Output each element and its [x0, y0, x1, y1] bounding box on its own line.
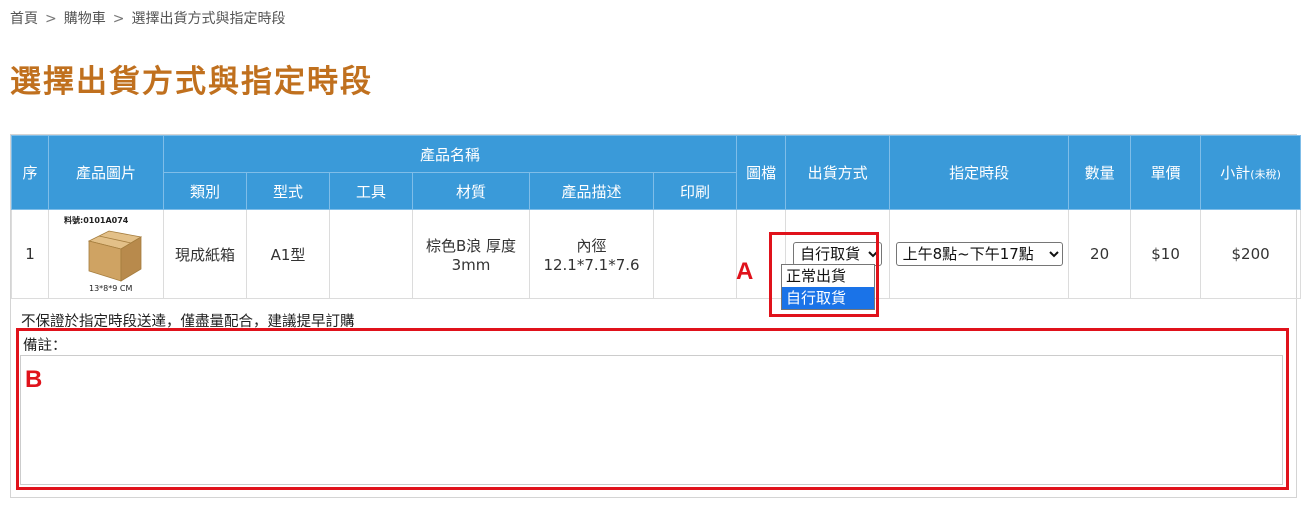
header-category: 類別	[163, 172, 247, 210]
time-slot-select[interactable]: 上午8點~下午17點	[895, 242, 1063, 266]
breadcrumb-home-link[interactable]: 首頁	[10, 11, 38, 27]
header-tool: 工具	[329, 172, 413, 210]
cell-unit-price: $10	[1130, 209, 1202, 299]
cell-material: 棕色B浪 厚度3mm	[412, 209, 530, 299]
cell-description: 內徑12.1*7.1*7.6	[529, 209, 654, 299]
header-qty: 數量	[1068, 135, 1132, 210]
annotation-label-a: A	[736, 258, 754, 285]
annotation-label-b: B	[25, 366, 43, 393]
header-subtotal-label: 小計	[1220, 164, 1251, 182]
header-drawing: 圖檔	[736, 135, 787, 210]
header-material: 材質	[412, 172, 530, 210]
table-header-row: 序 產品圖片 產品名稱 圖檔 出貨方式 指定時段 數量 單價 小計(未稅)	[11, 135, 1302, 210]
cell-category: 現成紙箱	[163, 209, 247, 299]
header-description: 產品描述	[529, 172, 654, 210]
header-product-name: 產品名稱	[162, 135, 738, 173]
product-image-dimension: 13*8*9 CM	[89, 284, 133, 293]
header-shipping: 出貨方式	[785, 135, 891, 210]
product-image-code: 料號:0101A074	[64, 216, 129, 225]
page-title: 選擇出貨方式與指定時段	[10, 64, 373, 100]
breadcrumb-separator: >	[45, 11, 57, 27]
header-model: 型式	[246, 172, 330, 210]
header-print: 印刷	[652, 172, 738, 210]
cell-print	[652, 209, 738, 299]
product-image[interactable]: 料號:0101A074 13*8*9 CM	[57, 213, 155, 295]
header-time-slot: 指定時段	[889, 135, 1070, 210]
cell-seq: 1	[11, 209, 49, 299]
cell-tool	[329, 209, 413, 299]
header-subtotal: 小計(未稅)	[1200, 135, 1302, 210]
breadcrumb-separator: >	[112, 11, 125, 27]
highlight-box-a	[769, 232, 879, 317]
cell-qty: 20	[1068, 209, 1132, 299]
cell-time-slot: 上午8點~下午17點	[889, 209, 1070, 299]
header-unit-price: 單價	[1130, 135, 1202, 210]
cardboard-box-icon	[87, 230, 143, 282]
breadcrumb-current: 選擇出貨方式與指定時段	[131, 11, 286, 27]
header-seq: 序	[11, 135, 49, 210]
cell-model: A1型	[246, 209, 330, 299]
table-row: 1 料號:0101A074 13*8*9 CM 現成紙箱 A1型 棕色B浪 厚度…	[11, 209, 1302, 299]
cart-table: 序 產品圖片 產品名稱 圖檔 出貨方式 指定時段 數量 單價 小計(未稅) 類別…	[11, 135, 1302, 299]
breadcrumb: 首頁 > 購物車 > 選擇出貨方式與指定時段	[10, 8, 285, 28]
cell-image: 料號:0101A074 13*8*9 CM	[48, 209, 164, 299]
header-subtotal-note: (未稅)	[1250, 168, 1281, 181]
breadcrumb-cart-link[interactable]: 購物車	[64, 11, 106, 27]
cell-subtotal: $200	[1200, 209, 1302, 299]
header-image: 產品圖片	[48, 135, 164, 210]
highlight-box-b	[16, 328, 1289, 490]
